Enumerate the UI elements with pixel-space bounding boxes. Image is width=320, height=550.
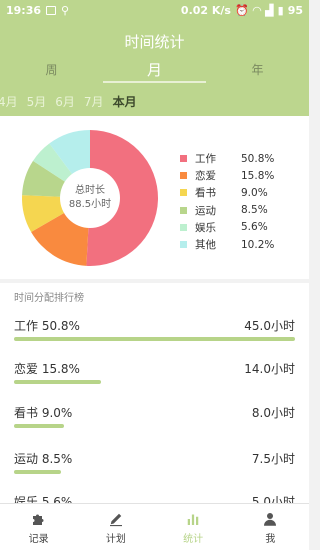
month-july[interactable]: 7月 [84, 93, 104, 110]
person-icon [264, 512, 277, 526]
tab-record[interactable]: 记录 [0, 504, 77, 550]
signal-icon: ▟ [265, 3, 274, 17]
ranking-bar [14, 337, 295, 341]
month-april[interactable]: 4月 [0, 93, 18, 110]
tab-me[interactable]: 我 [232, 504, 309, 550]
tab-plan[interactable]: 计划 [77, 504, 154, 550]
status-time: 19:36 [6, 3, 42, 17]
donut-hole [60, 168, 120, 228]
bottom-tab-bar: 记录 计划 统计 我 [0, 503, 309, 550]
tab-year[interactable]: 年 [206, 57, 309, 83]
ranking-bar [14, 470, 61, 474]
legend-item: 看书 9.0% [180, 184, 300, 201]
legend-percent: 9.0% [241, 186, 268, 199]
status-bar: 19:36 ⚲ 0.02 K/s ⏰ ◠ ▟ ▮ 95 [0, 0, 309, 20]
ranking-label: 运动 8.5% [14, 452, 73, 466]
tab-plan-label: 计划 [105, 533, 126, 545]
legend-name: 看书 [195, 187, 216, 200]
network-speed: 0.02 K/s [180, 3, 231, 17]
tab-month[interactable]: 月 [103, 57, 206, 83]
ranking-item[interactable]: 看书 9.0% 8.0小时 [14, 404, 295, 444]
legend-name: 工作 [195, 153, 216, 166]
battery-level: 95 [287, 3, 303, 17]
tab-record-label: 记录 [28, 533, 49, 545]
ranking-title: 时间分配排行榜 [14, 293, 84, 304]
legend-item: 娱乐 5.6% [180, 219, 300, 236]
ranking-label: 工作 50.8% [14, 319, 80, 333]
ranking-hours: 8.0小时 [251, 406, 295, 420]
legend-swatch [180, 206, 187, 214]
ranking-item[interactable]: 恋爱 15.8% 14.0小时 [14, 360, 295, 400]
alarm-icon: ⏰ [234, 3, 249, 17]
ranking-bar [14, 380, 102, 384]
ranking-label: 看书 9.0% [14, 406, 73, 420]
legend-item: 运动 8.5% [180, 202, 300, 219]
tab-stats[interactable]: 统计 [155, 504, 232, 550]
legend-item: 其他 10.2% [180, 236, 300, 253]
legend-percent: 5.6% [241, 221, 268, 234]
month-june[interactable]: 6月 [55, 93, 75, 110]
ranking-item[interactable]: 运动 8.5% 7.5小时 [14, 450, 295, 490]
ranking-hours: 45.0小时 [244, 319, 295, 333]
month-may[interactable]: 5月 [27, 93, 47, 110]
ranking-list: 时间分配排行榜 工作 50.8% 45.0小时 恋爱 15.8% 14.0小时 看书… [0, 283, 309, 517]
donut-center-label: 总时长 [75, 183, 105, 196]
legend-percent: 8.5% [241, 204, 268, 217]
ranking-label: 恋爱 15.8% [14, 362, 80, 376]
page-title: 时间统计 [124, 33, 185, 51]
legend-percent: 50.8% [241, 152, 275, 165]
legend-name: 恋爱 [195, 170, 216, 183]
legend-swatch [180, 189, 187, 197]
ranking-hours: 7.5小时 [251, 452, 295, 466]
bar-chart-icon [187, 514, 199, 525]
tab-me-label: 我 [265, 533, 276, 545]
legend-swatch [180, 241, 187, 249]
image-notification-icon [46, 5, 57, 15]
header: 19:36 ⚲ 0.02 K/s ⏰ ◠ ▟ ▮ 95 时间统计 周 月 年 4… [0, 0, 309, 116]
tab-stats-label: 统计 [183, 533, 204, 545]
legend-percent: 15.8% [241, 169, 275, 182]
month-selector: 4月 5月 6月 7月 本月 [0, 86, 309, 116]
pencil-icon [109, 513, 122, 526]
usb-icon: ⚲ [61, 3, 70, 17]
chart-legend: 工作 50.8% 恋爱 15.8% 看书 9.0% 运动 8.5% 娱乐 5.6% 其他 1… [180, 150, 300, 253]
legend-swatch [180, 223, 187, 231]
tab-week[interactable]: 周 [0, 57, 103, 83]
ranking-hours: 14.0小时 [244, 362, 295, 376]
legend-percent: 10.2% [241, 238, 275, 251]
wifi-icon: ◠ [252, 3, 262, 17]
ranking-bar [14, 424, 65, 428]
legend-item: 工作 50.8% [180, 150, 300, 167]
donut-center-value: 88.5小时 [69, 198, 111, 210]
month-current[interactable]: 本月 [113, 93, 137, 110]
legend-name: 其他 [195, 239, 216, 252]
puzzle-icon [32, 514, 44, 525]
legend-name: 娱乐 [195, 221, 216, 234]
legend-item: 恋爱 15.8% [180, 167, 300, 184]
ranking-item[interactable]: 工作 50.8% 45.0小时 [14, 317, 295, 357]
legend-name: 运动 [195, 204, 216, 217]
period-tabs: 周 月 年 [0, 57, 309, 83]
legend-swatch [180, 155, 187, 163]
legend-swatch [180, 172, 187, 180]
battery-icon: ▮ [277, 3, 284, 17]
